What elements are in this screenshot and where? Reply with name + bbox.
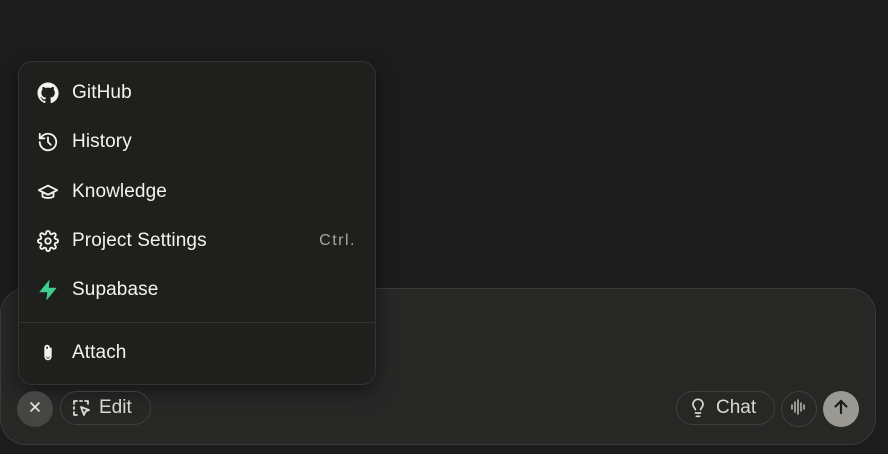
github-icon	[36, 81, 60, 105]
menu-item-label: History	[72, 131, 132, 152]
chat-mode-button[interactable]: Chat	[676, 391, 775, 425]
menu-item-label: Project Settings	[72, 230, 207, 251]
history-icon	[36, 130, 60, 154]
menu-item-knowledge[interactable]: Knowledge	[19, 170, 375, 214]
menu-item-project-settings[interactable]: Project Settings Ctrl.	[19, 219, 375, 263]
arrow-up-icon	[832, 398, 850, 421]
menu-item-label: GitHub	[72, 82, 132, 103]
close-menu-button[interactable]	[17, 391, 53, 427]
edit-button[interactable]: Edit	[60, 391, 151, 425]
menu-item-attach[interactable]: Attach	[19, 331, 375, 375]
menu-item-label: Knowledge	[72, 181, 167, 202]
menu-item-label: Supabase	[72, 279, 159, 300]
waveform-icon	[790, 398, 808, 421]
menu-item-github[interactable]: GitHub	[19, 71, 375, 115]
keyboard-shortcut: Ctrl.	[319, 232, 356, 249]
edit-label: Edit	[99, 397, 132, 418]
lightbulb-icon	[688, 398, 708, 418]
gear-icon	[36, 229, 60, 253]
chat-label: Chat	[716, 397, 757, 418]
graduation-cap-icon	[36, 180, 60, 204]
plus-menu: GitHub History Knowledge Project Setting…	[18, 61, 376, 385]
supabase-bolt-icon	[36, 278, 60, 302]
select-cursor-icon	[72, 398, 92, 418]
menu-divider	[19, 322, 375, 323]
menu-item-history[interactable]: History	[19, 120, 375, 164]
paperclip-icon	[36, 341, 60, 365]
menu-item-label: Attach	[72, 342, 127, 363]
close-icon	[28, 400, 42, 419]
voice-input-button[interactable]	[781, 391, 817, 427]
menu-item-supabase[interactable]: Supabase	[19, 268, 375, 312]
send-button[interactable]	[823, 391, 859, 427]
